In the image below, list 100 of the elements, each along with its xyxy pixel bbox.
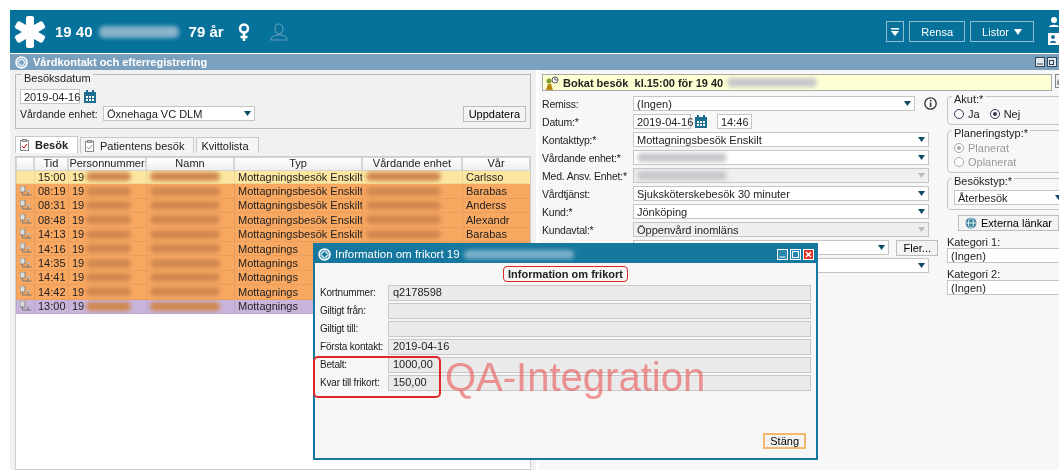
column-header[interactable]: Vår [462, 157, 530, 171]
update-button[interactable]: Uppdatera [462, 105, 526, 122]
table-cell: Mottagningsbesök Enskilt [234, 198, 362, 213]
calendar-icon [694, 114, 708, 129]
table-cell: 14:41 [34, 270, 68, 285]
more-button[interactable]: Fler... [896, 239, 938, 256]
field-label: Vårdande enhet: [20, 107, 99, 120]
restore-icon [1047, 57, 1057, 67]
table-cell: Carlsso [466, 170, 504, 183]
table-cell: 19 [72, 285, 85, 298]
blurred-text [86, 244, 132, 254]
table-cell: 19 [72, 300, 85, 313]
info-icon [924, 97, 937, 110]
blurred-text [86, 172, 132, 182]
female-symbol-icon [237, 22, 250, 41]
table-cell: 14:13 [34, 227, 68, 241]
column-header[interactable]: Namn [146, 157, 234, 171]
blurred-text [86, 186, 132, 196]
table-cell: 19 [72, 242, 85, 255]
caret-icon [904, 101, 911, 106]
blurred-text [150, 172, 220, 182]
tab[interactable]: Patientens besök [80, 137, 195, 153]
table-cell: Barabas [466, 228, 507, 241]
blurred-text [150, 272, 220, 282]
date-field[interactable]: 2019-04-16 [633, 114, 691, 129]
table-cell: 14:42 [34, 285, 68, 299]
blurred-text [86, 272, 132, 282]
dropdown-field[interactable]: Jönköping [633, 204, 929, 219]
blurred-text [150, 258, 220, 268]
caret-icon [918, 137, 925, 142]
table-cell: 14:16 [34, 241, 68, 256]
table-cell: 14:35 [34, 256, 68, 270]
unit-dropdown[interactable]: Öxnehaga VC DLM [103, 106, 255, 121]
caret-icon [918, 209, 925, 214]
external-links-button[interactable]: Externa länkar [958, 215, 1059, 231]
network-computer-icon [20, 228, 34, 240]
field-label: Giltigt till: [320, 323, 359, 334]
column-header[interactable]: Vårdande enhet [362, 157, 462, 171]
caret-icon [244, 111, 251, 116]
time-field[interactable]: 14:46 [717, 114, 752, 129]
clipboard-icon [20, 139, 29, 151]
dropdown-field[interactable] [633, 150, 929, 165]
clipboard-icon [85, 139, 95, 152]
network-computer-icon [20, 185, 34, 197]
dropdown-field[interactable]: (Ingen) [633, 96, 915, 111]
table-row[interactable]: 08:19 19 Mottagningsbesök Enskilt Barabas [16, 184, 530, 199]
window-title: Vårdkontakt och efterregistrering [33, 56, 208, 68]
banner-text: Bokat besök kl.15:00 för 19 40 [563, 76, 724, 89]
network-computer-icon [20, 271, 34, 283]
header-button[interactable]: Rensa [909, 21, 966, 42]
caret-icon [1014, 28, 1022, 35]
column-header[interactable]: Personnummer [68, 157, 146, 171]
blurred-text [86, 301, 132, 311]
group-legend: Akut:* [952, 93, 986, 105]
table-cell: 19 [72, 271, 85, 284]
field-label: Vårdande enhet:* [542, 151, 622, 164]
dropdown-button[interactable]: Listor [970, 21, 1034, 42]
dropdown-field[interactable]: Återbesök [954, 190, 1059, 205]
cross-circle-icon [318, 247, 331, 261]
caret-icon [918, 263, 925, 268]
blurred-text [150, 229, 220, 239]
radio-button[interactable]: Ja [954, 108, 980, 120]
patient-age: 79 år [188, 23, 224, 40]
radio-button[interactable]: Nej [989, 108, 1021, 120]
table-row[interactable]: 08:48 19 Mottagningsbesök Enskilt Alexandr [16, 213, 530, 228]
table-cell: 19 [72, 257, 85, 270]
person-outline-icon [269, 22, 288, 41]
dropdown-field[interactable] [633, 168, 929, 183]
column-header[interactable]: Typ [234, 157, 362, 171]
blurred-text [150, 215, 220, 225]
tab[interactable]: Kvittolista [196, 137, 259, 153]
category-field[interactable]: (Ingen) [947, 280, 1059, 295]
column-header[interactable]: Tid [34, 157, 68, 171]
dialog-heading: Information om frikort [503, 266, 628, 282]
minimize-icon [777, 248, 788, 260]
person-clock-icon [545, 75, 559, 90]
column-header[interactable] [16, 157, 34, 171]
table-cell: Mottagningsbesök Enskilt [234, 227, 362, 241]
field-label: Betalt: [320, 359, 348, 370]
maximize-icon [790, 248, 801, 260]
category-field[interactable]: (Ingen) [947, 248, 1059, 263]
dropdown-field[interactable]: Sjuksköterskebesök 30 minuter [633, 186, 929, 201]
menu-button[interactable] [886, 21, 905, 42]
tab[interactable]: Besök [15, 136, 79, 153]
group-legend: Besöksdatum [22, 72, 93, 84]
table-cell: Barabas [466, 185, 507, 198]
caret-icon [918, 191, 925, 196]
dropdown-field[interactable]: Mottagningsbesök Enskilt [633, 132, 929, 147]
field-label: Kategori 1: [947, 236, 1002, 248]
table-cell: Mottagningsbesök Enskilt [234, 213, 362, 227]
group-legend: Besökstyp:* [952, 175, 1015, 187]
field-label: Kontakttyp:* [542, 133, 598, 146]
dropdown-field[interactable]: Öppenvård inomläns [633, 222, 929, 237]
field-label: Remiss: [542, 97, 580, 110]
table-cell: 13:00 [34, 299, 68, 313]
blurred-text [150, 287, 220, 297]
date-field[interactable]: 2019-04-16 [20, 89, 80, 104]
network-computer-icon [20, 300, 34, 312]
close-button[interactable]: Stäng [763, 433, 806, 449]
field-label: Kund:* [542, 205, 574, 218]
